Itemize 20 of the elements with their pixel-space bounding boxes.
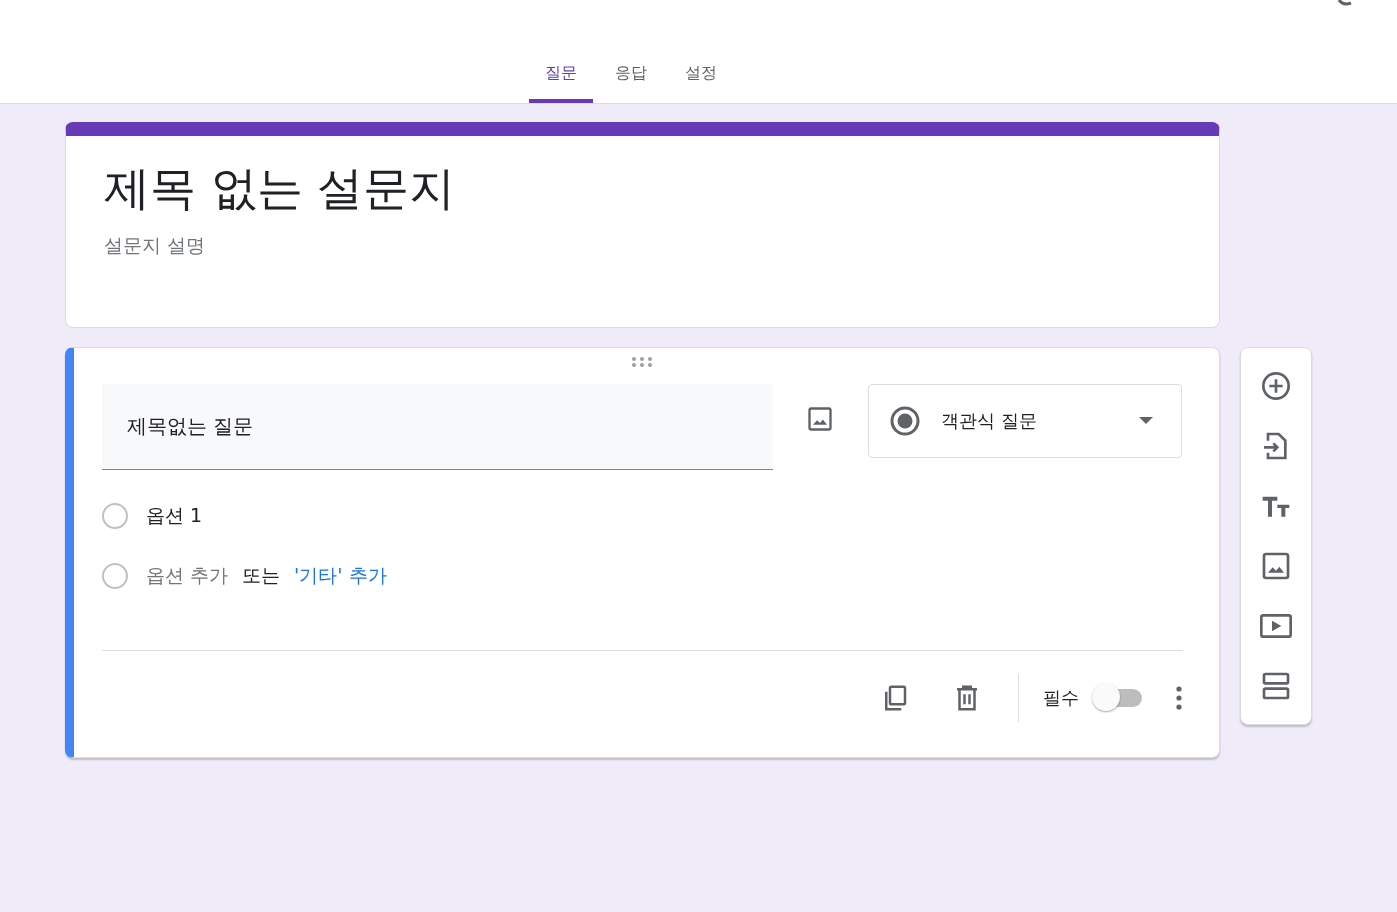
tab[interactable]: 질문 (529, 59, 593, 103)
question-type-label: 객관식 질문 (941, 409, 1038, 433)
add-icon[interactable] (1260, 370, 1292, 402)
radio-icon (889, 405, 921, 437)
section-icon[interactable] (1260, 670, 1292, 702)
connector-text: 또는 (242, 563, 281, 588)
tab[interactable]: 응답 (599, 59, 663, 103)
option-label[interactable]: 옵션 1 (146, 503, 203, 529)
image-icon[interactable] (806, 405, 834, 433)
add-other-link[interactable]: '기타' 추가 (294, 563, 387, 589)
caret-icon (1139, 417, 1153, 425)
more-icon[interactable] (1175, 685, 1183, 711)
add-option-text[interactable]: 옵션 추가 (146, 563, 229, 589)
question-type-dropdown[interactable]: 객관식 질문 (868, 384, 1182, 458)
required-label: 필수 (1043, 686, 1079, 710)
image-icon[interactable] (1260, 550, 1292, 582)
question-title-field[interactable]: 제목없는 질문 (102, 384, 773, 470)
tab[interactable]: 설정 (669, 59, 733, 103)
drag-handle-icon[interactable] (630, 356, 655, 368)
form-title[interactable]: 제목 없는 설문지 (104, 158, 1181, 218)
